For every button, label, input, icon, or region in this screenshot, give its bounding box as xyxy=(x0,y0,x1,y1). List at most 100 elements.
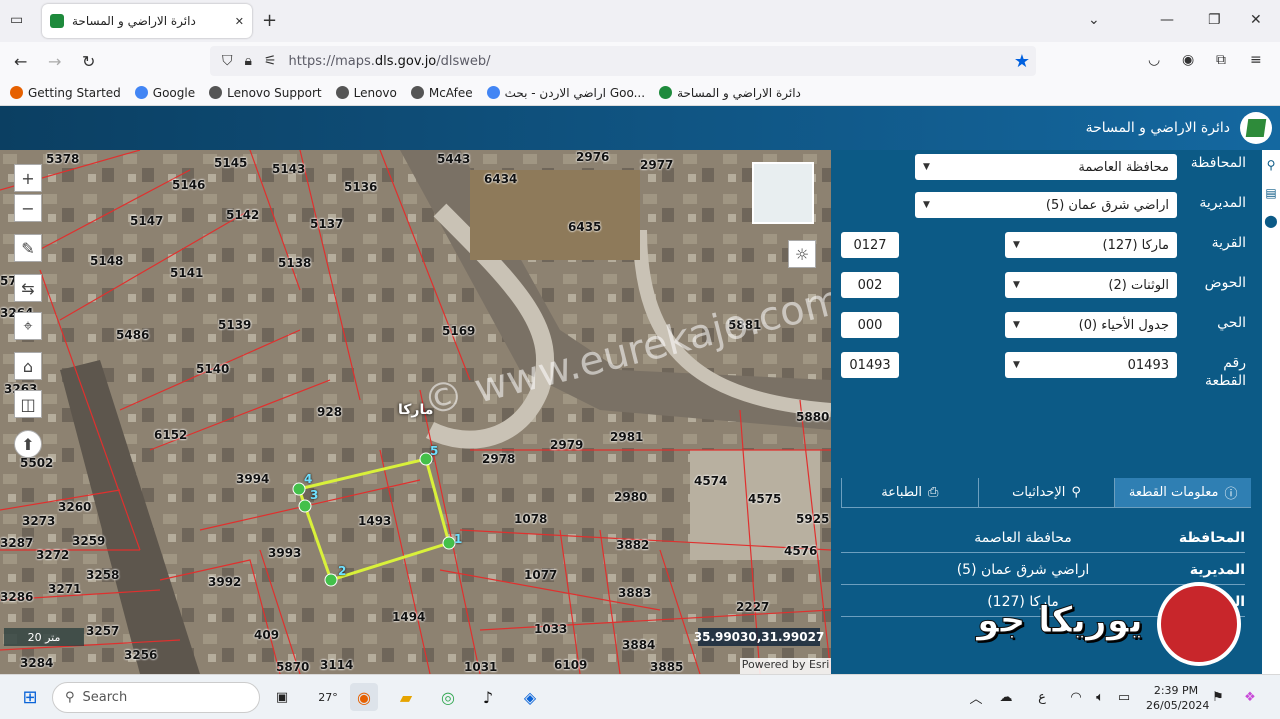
pocket-icon[interactable]: ◡ xyxy=(1148,52,1160,68)
minimize-icon[interactable]: — xyxy=(1160,12,1174,28)
start-button[interactable]: ⊞ xyxy=(16,683,44,711)
brand-house-logo xyxy=(1157,582,1241,666)
info-value: محافظة العاصمة xyxy=(974,529,1072,546)
weather-widget[interactable]: 27° xyxy=(310,683,346,711)
measure-tool-icon[interactable]: ⇆ xyxy=(14,274,42,302)
tab-list-icon[interactable]: ▭ xyxy=(10,12,23,28)
menu-icon[interactable]: ≡ xyxy=(1250,52,1262,68)
map-view[interactable]: 5378 5145 5143 5443 2976 2977 5146 5136 6434 6435… xyxy=(0,150,831,674)
taskbar: ⊞ ⚲ Search ▣ 27° ◉ ▰ ◎ ♪ ◈ ︿ ☁ ع ◠ 🔈︎ ▭ 2… xyxy=(0,674,1280,719)
info-key: المديرية xyxy=(1189,561,1245,578)
bookmark-item[interactable]: Lenovo Support xyxy=(209,86,322,100)
parcel-number: 3256 xyxy=(124,648,158,662)
parcel-number: 3273 xyxy=(22,514,56,528)
browser-tab[interactable]: دائرة الاراضي و المساحة ✕ xyxy=(42,4,252,38)
layers-icon[interactable]: ◫ xyxy=(14,390,42,418)
basemap-toggle-icon[interactable]: ☼ xyxy=(788,240,816,268)
layers-icon[interactable]: ▤ xyxy=(1265,186,1276,200)
info-value: اراضي شرق عمان (5) xyxy=(956,561,1090,578)
app-icon[interactable]: ◈ xyxy=(516,683,544,711)
address-bar[interactable]: ⛉ 🔒︎ ⚟ https://maps.dls.gov.jo/dlsweb/ ★ xyxy=(210,46,1036,76)
bookmark-star-icon[interactable]: ★ xyxy=(1014,51,1030,72)
village-code-input[interactable]: 0127 xyxy=(841,232,899,258)
overview-map[interactable] xyxy=(752,162,814,224)
plot-select[interactable]: 01493 ▼ xyxy=(1005,352,1177,378)
bookmark-item[interactable]: McAfee xyxy=(410,86,473,100)
extensions-icon[interactable]: ⧉ xyxy=(1216,52,1226,68)
battery-icon[interactable]: ▭ xyxy=(1110,683,1138,711)
neighborhood-code-input[interactable]: 000 xyxy=(841,312,899,338)
search-icon[interactable]: ⚲ xyxy=(1267,158,1276,172)
basin-value: الوثنات (2) xyxy=(1108,277,1169,293)
parcel-number: 2981 xyxy=(610,430,644,444)
chevron-down-icon[interactable]: ⌄ xyxy=(1088,12,1100,28)
home-icon[interactable]: ⌂ xyxy=(14,352,42,380)
zoom-in-button[interactable]: + xyxy=(14,164,42,192)
directorate-label: المديرية xyxy=(1199,195,1246,211)
parcel-number: 1078 xyxy=(514,512,548,526)
back-icon[interactable]: ← xyxy=(14,52,27,71)
plot-value: 01493 xyxy=(1127,357,1169,373)
bookmark-item[interactable]: اراضي الاردن - بحث Goo... xyxy=(486,86,645,100)
cloud-icon[interactable]: ☁ xyxy=(992,683,1020,711)
vertex-label: 1 xyxy=(454,532,463,546)
bookmark-item[interactable]: Lenovo xyxy=(335,86,397,100)
file-explorer-icon[interactable]: ▰ xyxy=(392,683,420,711)
chrome-icon[interactable]: ◎ xyxy=(434,683,462,711)
basin-code-input[interactable]: 002 xyxy=(841,272,899,298)
vertex-label: 4 xyxy=(304,472,313,486)
governorate-select[interactable]: محافظة العاصمة ▼ xyxy=(915,154,1177,180)
plot-label: رقم القطعة xyxy=(1205,355,1246,389)
permissions-icon[interactable]: ⚟ xyxy=(264,53,277,69)
parcel-number: 5146 xyxy=(172,178,206,192)
url-text[interactable]: https://maps.dls.gov.jo/dlsweb/ xyxy=(289,54,491,69)
tab-coordinates[interactable]: ⚲ الإحداثيات xyxy=(977,478,1115,507)
village-select[interactable]: ماركا (127) ▼ xyxy=(1005,232,1177,258)
directorate-value: اراضي شرق عمان (5) xyxy=(1045,197,1169,213)
plot-code-input[interactable]: 01493 xyxy=(841,352,899,378)
new-tab-button[interactable]: + xyxy=(262,10,277,31)
chevron-down-icon: ▼ xyxy=(1013,240,1020,250)
reload-icon[interactable]: ↻ xyxy=(82,52,95,71)
parcel-number: 3284 xyxy=(20,656,54,670)
bookmark-item[interactable]: Getting Started xyxy=(10,86,121,100)
time: 2:39 PM xyxy=(1153,684,1199,697)
parcel-number: 5143 xyxy=(272,162,306,176)
directorate-select[interactable]: اراضي شرق عمان (5) ▼ xyxy=(915,192,1177,218)
forward-icon[interactable]: → xyxy=(48,52,61,71)
parcel-number: 3272 xyxy=(36,548,70,562)
bookmark-item[interactable]: Google xyxy=(134,86,195,100)
zoom-out-button[interactable]: − xyxy=(14,194,42,222)
close-window-icon[interactable]: ✕ xyxy=(1250,12,1262,28)
compass-icon[interactable]: ⬆ xyxy=(14,430,42,458)
chevron-up-icon[interactable]: ︿ xyxy=(962,683,990,711)
notification-icon[interactable]: ⚑ xyxy=(1204,683,1232,711)
close-tab-icon[interactable]: ✕ xyxy=(235,15,244,28)
bookmark-item[interactable]: دائرة الاراضي و المساحة xyxy=(659,86,801,100)
restore-icon[interactable]: ❐ xyxy=(1208,12,1221,28)
clock[interactable]: 2:39 PM 26/05/2024 xyxy=(1146,683,1209,713)
draw-tool-icon[interactable]: ✎ xyxy=(14,234,42,262)
account-icon[interactable]: ◉ xyxy=(1182,52,1194,68)
tab-print[interactable]: ⎙ الطباعة xyxy=(840,478,978,507)
shield-icon[interactable]: ⛉ xyxy=(222,53,233,69)
neighborhood-select[interactable]: جدول الأحياء (0) ▼ xyxy=(1005,312,1177,338)
locate-icon[interactable]: ⌖ xyxy=(14,312,42,340)
parcel-number: 5378 xyxy=(46,152,80,166)
copilot-icon[interactable]: ❖ xyxy=(1236,683,1264,711)
bookmark-icon xyxy=(486,86,500,99)
tiktok-icon[interactable]: ♪ xyxy=(474,683,502,711)
task-view-icon[interactable]: ▣ xyxy=(268,683,296,711)
bookmark-label: Getting Started xyxy=(28,85,121,100)
chevron-down-icon: ▼ xyxy=(923,200,930,210)
tab-parcel-info[interactable]: ⓘ معلومات القطعة xyxy=(1114,478,1251,507)
basin-select[interactable]: الوثنات (2) ▼ xyxy=(1005,272,1177,298)
firefox-icon[interactable]: ◉ xyxy=(350,683,378,711)
taskbar-search[interactable]: ⚲ Search xyxy=(52,682,260,713)
parcel-number: 3993 xyxy=(268,546,302,560)
lock-icon[interactable]: 🔒︎ xyxy=(245,53,252,69)
location-pin-icon[interactable]: ⬤ xyxy=(1264,214,1277,228)
parcel-number: 5142 xyxy=(226,208,260,222)
input-language[interactable]: ع xyxy=(1028,683,1056,711)
info-row: المديرية اراضي شرق عمان (5) xyxy=(841,555,1245,585)
